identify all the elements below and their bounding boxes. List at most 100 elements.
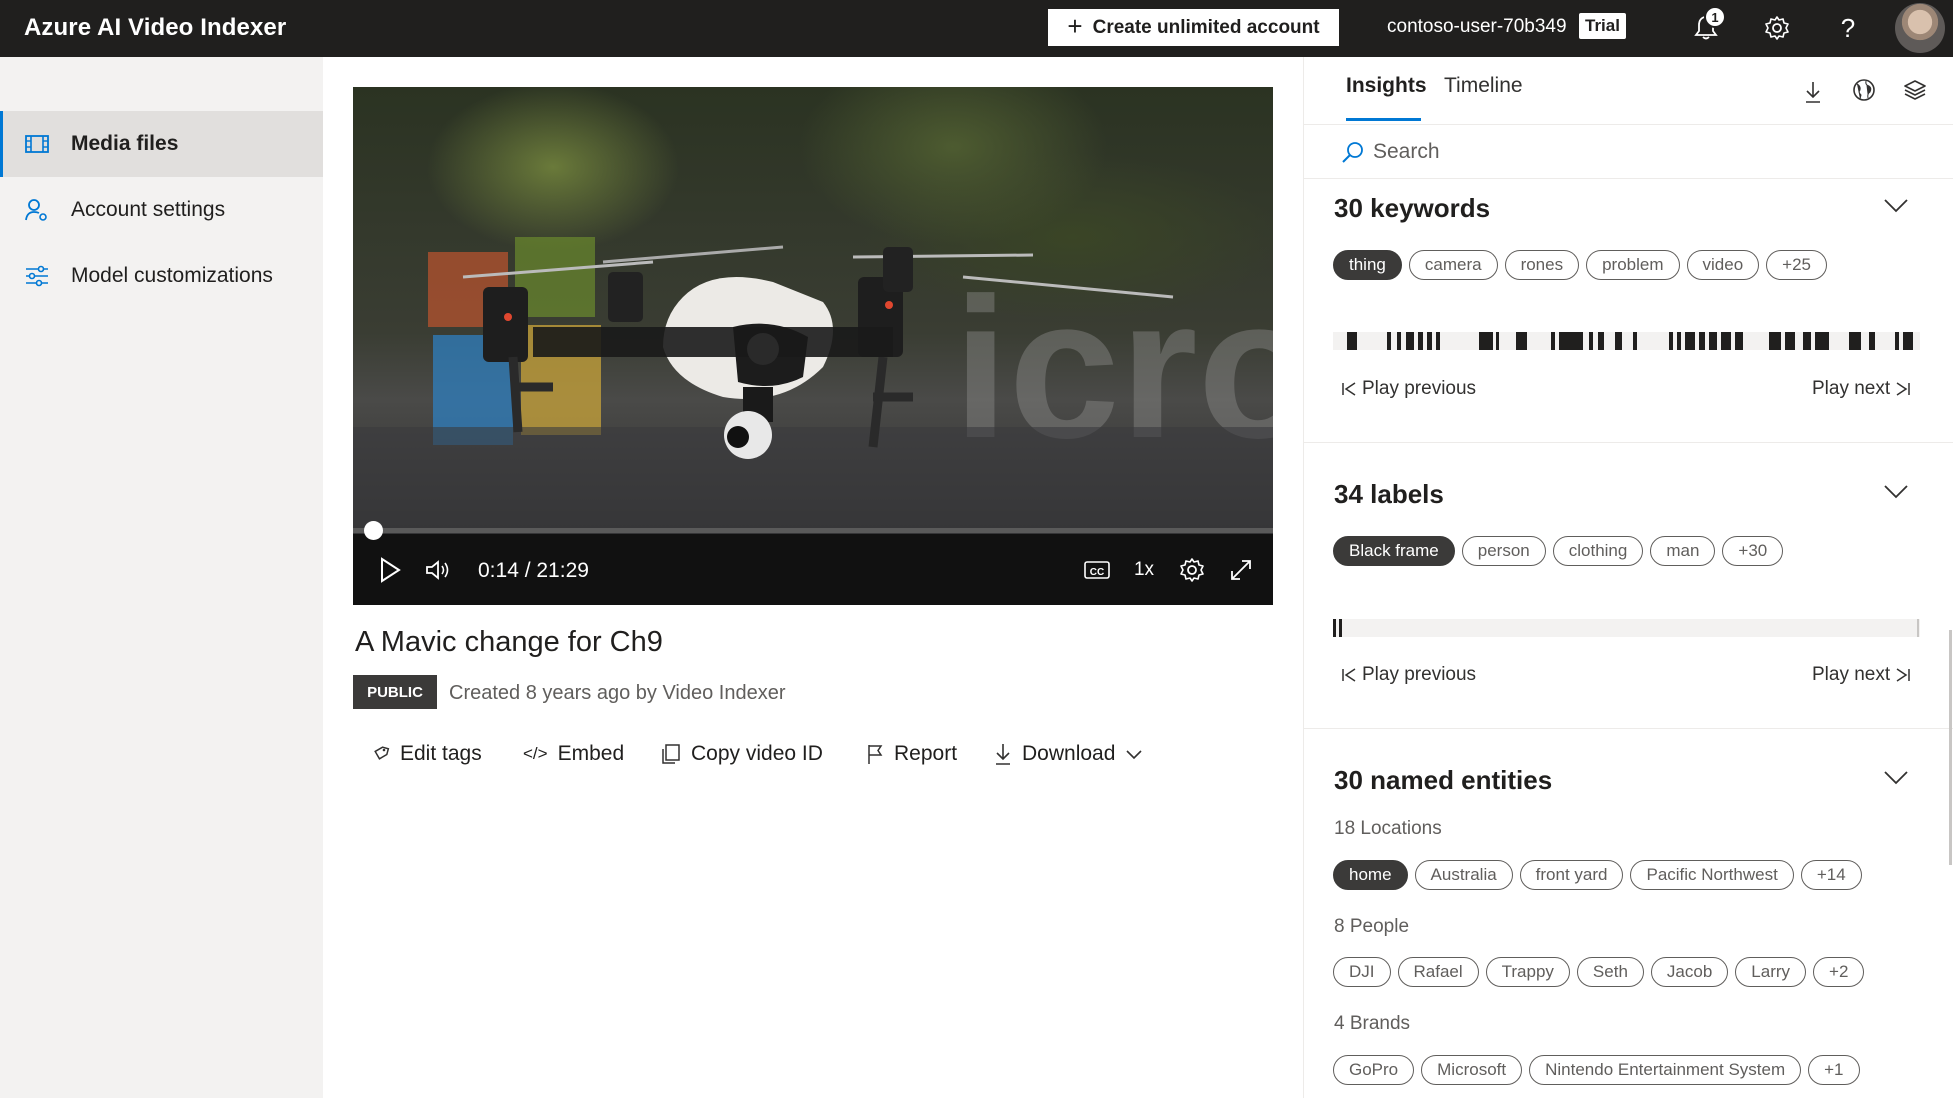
sidebar-item-model-customizations[interactable]: Model customizations	[0, 243, 323, 309]
tab-insights[interactable]: Insights	[1346, 74, 1427, 98]
question-mark-icon: ?	[1840, 12, 1856, 43]
keywords-heading: 30 keywords	[1334, 193, 1491, 223]
skip-next-icon	[1896, 668, 1910, 682]
keyword-pill[interactable]: rones	[1504, 250, 1580, 280]
layers-icon	[1904, 80, 1926, 100]
language-button[interactable]	[1846, 72, 1882, 108]
chevron-down-icon[interactable]	[1882, 768, 1910, 788]
section-divider	[1304, 728, 1953, 729]
progress-bar[interactable]	[353, 528, 1273, 533]
labels-play-next[interactable]: Play next	[1812, 664, 1912, 686]
sidebar-item-account-settings[interactable]: Account settings	[0, 177, 323, 243]
sliders-icon	[26, 265, 48, 287]
tabs-divider	[1304, 124, 1953, 125]
report-label: Report	[894, 742, 958, 765]
play-previous-label: Play previous	[1362, 378, 1477, 399]
label-pill-more[interactable]: +30	[1722, 536, 1784, 566]
sidebar-item-label: Account settings	[71, 198, 226, 221]
sidebar: Media files Account settings Model custo…	[0, 57, 323, 1098]
video-frame: icros	[353, 87, 1273, 534]
create-unlimited-account-label: Create unlimited account	[1092, 16, 1320, 38]
progress-thumb[interactable]	[364, 521, 384, 540]
brand-pill[interactable]: Microsoft	[1421, 1055, 1523, 1085]
user-avatar[interactable]	[1895, 3, 1945, 53]
copy-video-id-button[interactable]: Copy video ID	[661, 739, 823, 769]
location-pill-more[interactable]: +14	[1800, 860, 1862, 890]
keyword-pill[interactable]: thing	[1333, 250, 1402, 280]
chevron-down-icon[interactable]	[1882, 482, 1910, 502]
label-pill[interactable]: person	[1461, 536, 1546, 566]
brands-subheading: 4 Brands	[1334, 1013, 1411, 1034]
brand-pill[interactable]: Nintendo Entertainment System	[1529, 1055, 1802, 1085]
sidebar-item-label: Model customizations	[71, 264, 273, 287]
locations-pill-row: home Australia front yard Pacific Northw…	[1333, 860, 1862, 890]
copy-icon	[662, 744, 680, 764]
location-pill[interactable]: front yard	[1519, 860, 1624, 890]
person-pill[interactable]: Larry	[1735, 957, 1807, 987]
video-title: A Mavic change for Ch9	[355, 626, 663, 658]
play-next-label: Play next	[1812, 378, 1891, 399]
keywords-timeline[interactable]	[1333, 332, 1920, 350]
labels-play-previous[interactable]: Play previous	[1340, 664, 1476, 686]
captions-button[interactable]: CC	[1081, 553, 1113, 587]
play-button[interactable]	[375, 553, 405, 587]
download-insights-button[interactable]	[1795, 74, 1831, 110]
settings-button[interactable]	[1759, 10, 1795, 46]
playback-speed-button[interactable]: 1x	[1127, 553, 1161, 587]
chevron-down-icon[interactable]	[1882, 196, 1910, 216]
keyword-pill[interactable]: problem	[1586, 250, 1680, 280]
player-settings-button[interactable]	[1176, 553, 1208, 587]
person-pill[interactable]: Trappy	[1485, 957, 1570, 987]
label-pill[interactable]: Black frame	[1333, 536, 1455, 566]
video-player[interactable]: icros	[353, 87, 1273, 605]
embed-button[interactable]: </> Embed	[523, 739, 624, 769]
people-pill-row: DJI Rafael Trappy Seth Jacob Larry +2	[1333, 957, 1865, 987]
keywords-play-next[interactable]: Play next	[1812, 378, 1912, 400]
person-pill[interactable]: DJI	[1333, 957, 1391, 987]
created-info: Created 8 years ago by Video Indexer	[449, 682, 786, 704]
download-button[interactable]: Download	[994, 739, 1143, 769]
search-divider	[1304, 178, 1953, 179]
brand-pill[interactable]: GoPro	[1333, 1055, 1415, 1085]
keyword-pill-more[interactable]: +25	[1766, 250, 1827, 280]
svg-text:CC: CC	[1090, 567, 1104, 578]
account-name[interactable]: contoso-user-70b349	[1387, 16, 1567, 38]
gear-icon	[1765, 16, 1789, 40]
expand-icon	[1231, 560, 1251, 580]
label-pill[interactable]: clothing	[1552, 536, 1644, 566]
help-button[interactable]: ?	[1830, 10, 1866, 46]
label-pill[interactable]: man	[1650, 536, 1716, 566]
labels-timeline[interactable]	[1333, 619, 1920, 637]
person-pill[interactable]: Jacob	[1650, 957, 1729, 987]
keyword-pill[interactable]: video	[1686, 250, 1760, 280]
labels-pill-row: Black frame person clothing man +30	[1333, 536, 1784, 566]
brand-pill-more[interactable]: +1	[1808, 1055, 1860, 1085]
tag-icon	[374, 746, 390, 760]
download-icon	[1806, 82, 1820, 103]
play-icon	[381, 557, 401, 583]
download-label: Download	[1022, 742, 1116, 765]
chevron-down-icon	[1126, 750, 1142, 760]
person-pill[interactable]: Seth	[1576, 957, 1644, 987]
insights-search-input[interactable]	[1373, 136, 1913, 168]
location-pill[interactable]: home	[1333, 860, 1408, 890]
person-pill[interactable]: Rafael	[1397, 957, 1479, 987]
fullscreen-button[interactable]	[1225, 553, 1257, 587]
location-pill[interactable]: Australia	[1414, 860, 1513, 890]
notification-count-badge: 1	[1704, 6, 1726, 28]
panel-scrollbar[interactable]	[1949, 630, 1952, 865]
report-button[interactable]: Report	[866, 739, 957, 769]
tab-timeline[interactable]: Timeline	[1444, 74, 1523, 98]
person-pill-more[interactable]: +2	[1813, 957, 1865, 987]
keyword-pill[interactable]: camera	[1408, 250, 1498, 280]
volume-button[interactable]	[421, 553, 455, 587]
closed-captions-icon: CC	[1084, 561, 1110, 579]
view-layers-button[interactable]	[1897, 72, 1933, 108]
active-tab-indicator	[1346, 118, 1421, 121]
edit-tags-button[interactable]: Edit tags	[372, 739, 482, 769]
location-pill[interactable]: Pacific Northwest	[1630, 860, 1794, 890]
sidebar-item-media-files[interactable]: Media files	[0, 111, 323, 177]
top-bar: Azure AI Video Indexer + Create unlimite…	[0, 0, 1953, 57]
create-unlimited-account-button[interactable]: + Create unlimited account	[1048, 9, 1339, 46]
keywords-play-previous[interactable]: Play previous	[1340, 378, 1476, 400]
